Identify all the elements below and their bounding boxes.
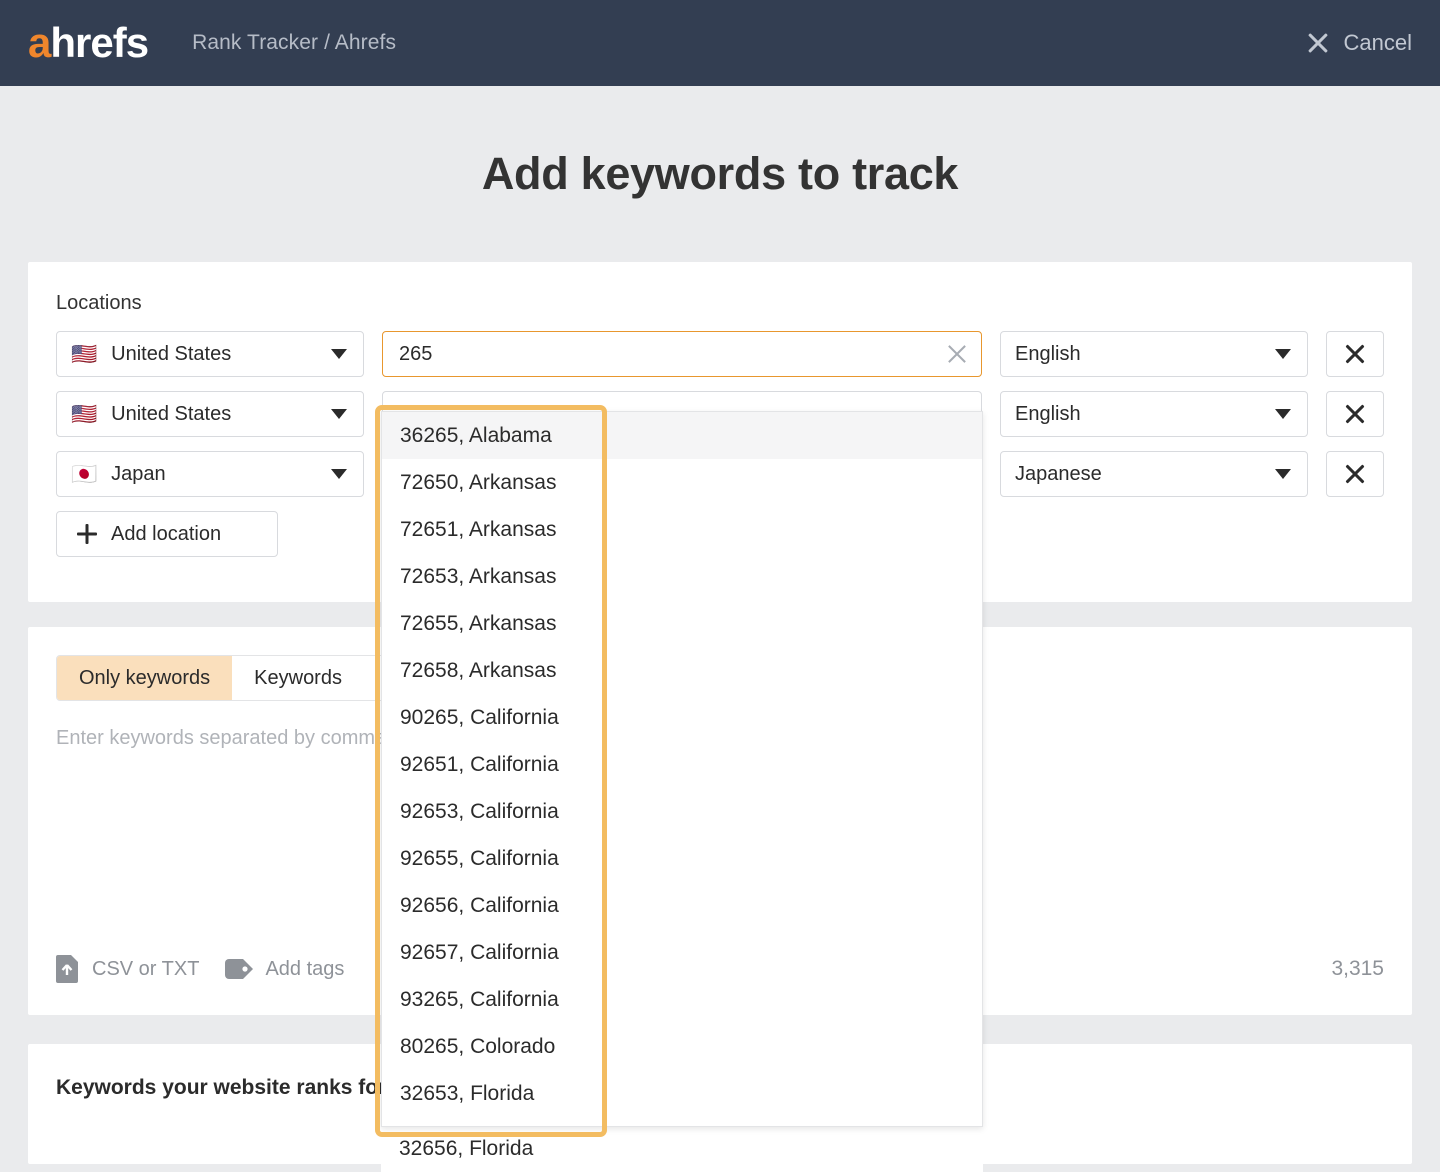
language-select-2[interactable]: Japanese: [1000, 451, 1308, 497]
chevron-down-icon: [1275, 409, 1291, 419]
locations-label: Locations: [56, 292, 1384, 315]
language-select-0[interactable]: English: [1000, 331, 1308, 377]
remove-location-button-1[interactable]: [1326, 391, 1384, 437]
autocomplete-item[interactable]: 80265, Colorado: [382, 1023, 982, 1070]
autocomplete-item[interactable]: 92655, California: [382, 835, 982, 882]
flag-icon: 🇺🇸: [71, 344, 97, 365]
cancel-button[interactable]: Cancel: [1306, 30, 1412, 56]
autocomplete-item[interactable]: 93265, California: [382, 976, 982, 1023]
autocomplete-item[interactable]: 32653, Florida: [382, 1070, 982, 1117]
ahrefs-logo[interactable]: ahrefs: [28, 22, 148, 64]
cancel-label: Cancel: [1344, 30, 1412, 56]
chevron-down-icon: [1275, 349, 1291, 359]
logo-text: hrefs: [50, 19, 148, 66]
autocomplete-item[interactable]: 92653, California: [382, 788, 982, 835]
remove-location-button-2[interactable]: [1326, 451, 1384, 497]
plus-icon: [77, 524, 97, 544]
autocomplete-item-clipped[interactable]: 32656, Florida: [381, 1125, 983, 1172]
zip-search-input[interactable]: [382, 331, 982, 377]
upload-csv-button[interactable]: CSV or TXT: [56, 955, 199, 983]
remove-location-button-0[interactable]: [1326, 331, 1384, 377]
language-label: English: [1015, 403, 1081, 426]
logo-letter-a: a: [28, 19, 50, 66]
add-location-button[interactable]: Add location: [56, 511, 278, 557]
autocomplete-item[interactable]: 72658, Arkansas: [382, 647, 982, 694]
language-label: Japanese: [1015, 463, 1102, 486]
language-label: English: [1015, 343, 1081, 366]
country-select-1[interactable]: 🇺🇸 United States: [56, 391, 364, 437]
page-title: Add keywords to track: [0, 148, 1440, 200]
language-select-1[interactable]: English: [1000, 391, 1308, 437]
country-label: United States: [111, 343, 231, 366]
chevron-down-icon: [1275, 469, 1291, 479]
country-label: Japan: [111, 463, 166, 486]
autocomplete-item[interactable]: 72650, Arkansas: [382, 459, 982, 506]
autocomplete-item[interactable]: 72655, Arkansas: [382, 600, 982, 647]
location-row: 🇺🇸 United States English: [56, 331, 1384, 377]
add-tags-label: Add tags: [265, 958, 344, 981]
flag-icon: 🇯🇵: [71, 464, 97, 485]
app-header: ahrefs Rank Tracker / Ahrefs Cancel: [0, 0, 1440, 86]
add-tags-button[interactable]: Add tags: [225, 958, 344, 981]
upload-csv-label: CSV or TXT: [92, 958, 199, 981]
autocomplete-item[interactable]: 72651, Arkansas: [382, 506, 982, 553]
add-location-label: Add location: [111, 523, 221, 546]
breadcrumb: Rank Tracker / Ahrefs: [192, 31, 396, 55]
flag-icon: 🇺🇸: [71, 404, 97, 425]
chevron-down-icon: [331, 349, 347, 359]
keyword-credit-count: 3,315: [1331, 957, 1384, 981]
chevron-down-icon: [331, 469, 347, 479]
zip-input-wrap-0: [382, 331, 982, 377]
autocomplete-item[interactable]: 92651, California: [382, 741, 982, 788]
tab-only-keywords[interactable]: Only keywords: [57, 656, 232, 700]
country-select-0[interactable]: 🇺🇸 United States: [56, 331, 364, 377]
chevron-down-icon: [331, 409, 347, 419]
country-label: United States: [111, 403, 231, 426]
autocomplete-item[interactable]: 92656, California: [382, 882, 982, 929]
close-icon: [1306, 31, 1330, 55]
upload-file-icon: [56, 955, 80, 983]
autocomplete-item[interactable]: 92657, California: [382, 929, 982, 976]
autocomplete-dropdown[interactable]: 36265, Alabama72650, Arkansas72651, Arka…: [381, 411, 983, 1127]
clear-icon[interactable]: [946, 343, 968, 365]
tab-keywords[interactable]: Keywords: [232, 656, 364, 700]
autocomplete-item[interactable]: 36265, Alabama: [382, 412, 982, 459]
autocomplete-item[interactable]: 72653, Arkansas: [382, 553, 982, 600]
tag-icon: [225, 959, 253, 979]
autocomplete-item[interactable]: 90265, California: [382, 694, 982, 741]
country-select-2[interactable]: 🇯🇵 Japan: [56, 451, 364, 497]
